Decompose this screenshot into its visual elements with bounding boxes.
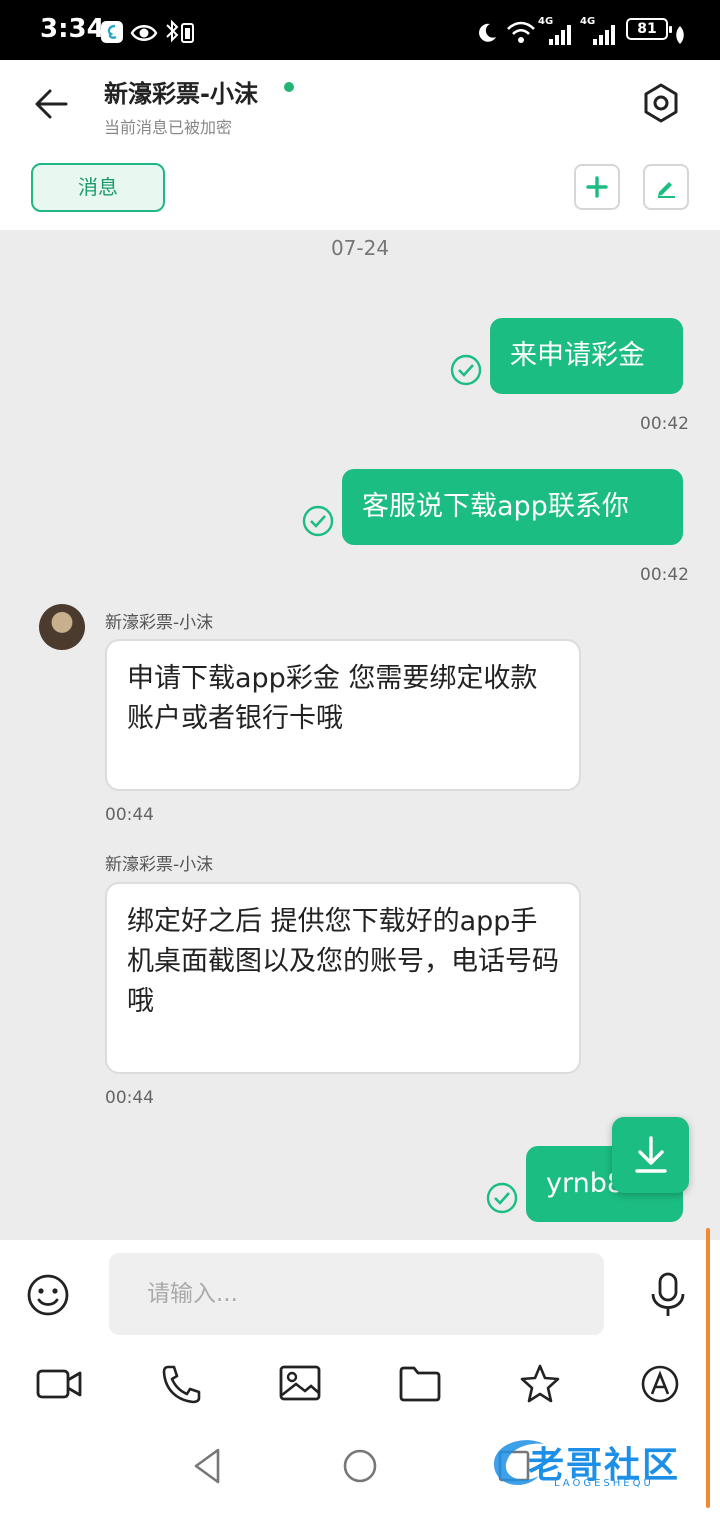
folder-icon[interactable] <box>398 1364 444 1404</box>
eye-icon <box>130 25 158 41</box>
leaf-icon <box>676 26 684 44</box>
video-icon[interactable] <box>36 1364 82 1404</box>
message-time: 00:42 <box>640 565 689 585</box>
phone-icon[interactable] <box>158 1364 204 1404</box>
message-list[interactable]: 07-24 来申请彩金 00:42 客服说下载app联系你 00:42 新濠彩票… <box>0 230 720 1240</box>
star-icon[interactable] <box>518 1364 564 1404</box>
contact-avatar[interactable] <box>39 604 85 650</box>
sender-name: 新濠彩票-小沫 <box>105 613 214 633</box>
scroll-indicator <box>706 1228 710 1508</box>
contact-name: 新濠彩票-小沫 <box>104 80 258 108</box>
online-status-dot <box>284 82 294 92</box>
nav-home-icon[interactable] <box>340 1446 380 1486</box>
outgoing-message[interactable]: 客服说下载app联系你 <box>342 469 683 545</box>
input-panel: 老哥社区 LAOGESHEQU <box>0 1240 720 1520</box>
nav-back-icon[interactable] <box>188 1446 228 1486</box>
encryption-notice: 当前消息已被加密 <box>104 118 233 137</box>
status-time: 3:34 <box>40 14 105 44</box>
signal-icon-2 <box>593 25 615 45</box>
back-arrow-icon[interactable] <box>30 82 74 126</box>
microphone-icon[interactable] <box>648 1272 688 1318</box>
sent-check-icon <box>450 354 482 386</box>
signal-icon-1 <box>549 25 571 45</box>
message-input-box[interactable] <box>109 1253 604 1335</box>
tab-messages[interactable]: 消息 <box>31 163 165 212</box>
sender-name: 新濠彩票-小沫 <box>105 855 214 875</box>
bluetooth-battery-icon <box>166 19 194 43</box>
message-input[interactable] <box>109 1253 604 1335</box>
date-separator: 07-24 <box>330 236 390 260</box>
watermark-logo: 老哥社区 LAOGESHEQU <box>484 1420 698 1500</box>
edit-button[interactable] <box>643 164 689 210</box>
download-arrow-icon <box>635 1136 667 1173</box>
plus-icon <box>586 176 608 198</box>
watermark-subtext: LAOGESHEQU <box>554 1478 654 1489</box>
battery-indicator: 81 <box>626 18 672 40</box>
status-bar: 3:34 4G 4G 81 <box>0 0 720 60</box>
sent-check-icon <box>486 1182 518 1214</box>
incoming-message[interactable]: 申请下载app彩金 您需要绑定收款账户或者银行卡哦 <box>105 639 581 791</box>
image-icon[interactable] <box>278 1364 324 1404</box>
settings-icon[interactable] <box>640 82 682 124</box>
message-time: 00:42 <box>640 414 689 434</box>
sent-check-icon <box>302 505 334 537</box>
message-time: 00:44 <box>105 1088 154 1108</box>
chat-header: 新濠彩票-小沫 当前消息已被加密 消息 <box>0 60 720 230</box>
translate-icon[interactable] <box>638 1364 684 1404</box>
scroll-to-bottom-button[interactable] <box>612 1117 689 1193</box>
add-button[interactable] <box>574 164 620 210</box>
message-time: 00:44 <box>105 805 154 825</box>
wifi-icon <box>507 21 535 43</box>
moon-icon <box>479 23 496 42</box>
outgoing-message[interactable]: 来申请彩金 <box>490 318 683 394</box>
emoji-icon[interactable] <box>26 1273 70 1317</box>
pencil-icon <box>658 182 675 198</box>
app-notification-icon <box>101 21 123 43</box>
incoming-message[interactable]: 绑定好之后 提供您下载好的app手机桌面截图以及您的账号，电话号码哦 <box>105 882 581 1074</box>
